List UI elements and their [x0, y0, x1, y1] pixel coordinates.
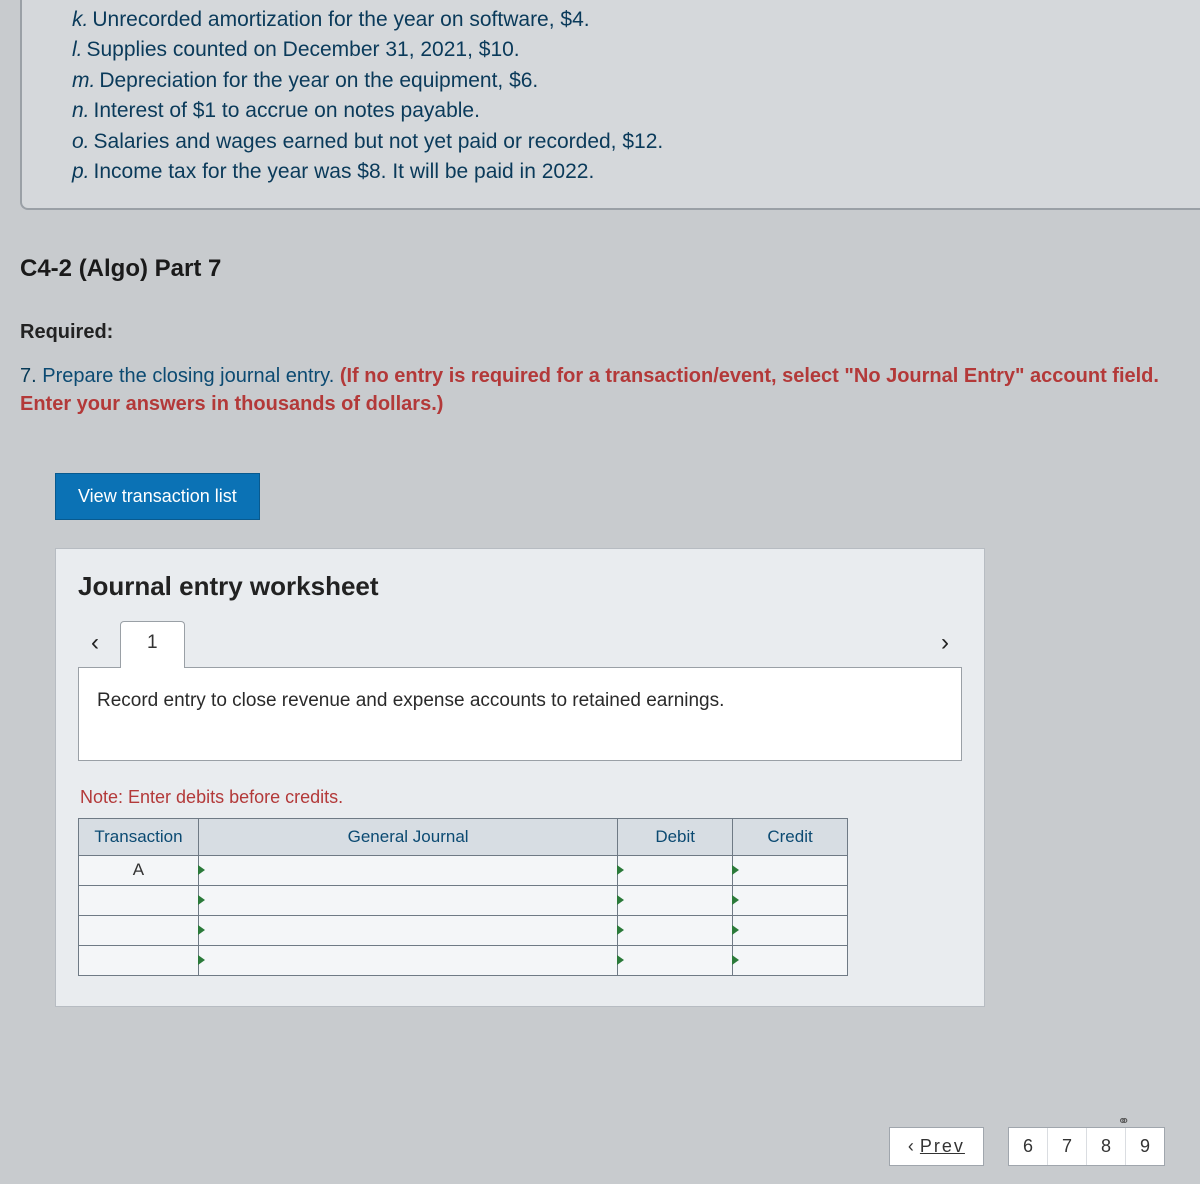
cell-general-journal[interactable] [198, 885, 617, 915]
chevron-right-icon: › [941, 629, 949, 657]
context-item-p: p.Income tax for the year was $8. It wil… [72, 157, 1180, 187]
page-8[interactable]: 8 [1087, 1128, 1126, 1165]
cell-general-journal[interactable] [198, 855, 617, 885]
table-header-row: Transaction General Journal Debit Credit [79, 818, 848, 855]
cell-debit[interactable] [618, 945, 733, 975]
cell-general-journal[interactable] [198, 915, 617, 945]
context-item-k: k.Unrecorded amortization for the year o… [72, 5, 1180, 35]
cell-credit[interactable] [733, 855, 848, 885]
cell-credit[interactable] [733, 915, 848, 945]
journal-entry-worksheet: Journal entry worksheet ‹ 1 › Record ent… [55, 548, 985, 1007]
cell-debit[interactable] [618, 885, 733, 915]
dropdown-indicator-icon [617, 925, 624, 935]
context-item-o: o.Salaries and wages earned but not yet … [72, 127, 1180, 157]
dropdown-indicator-icon [617, 955, 624, 965]
chevron-left-icon: ‹ [91, 629, 99, 657]
header-transaction: Transaction [79, 818, 199, 855]
cell-transaction [79, 915, 199, 945]
header-credit: Credit [733, 818, 848, 855]
table-row [79, 915, 848, 945]
cell-credit[interactable] [733, 945, 848, 975]
dropdown-indicator-icon [198, 925, 205, 935]
context-item-l: l.Supplies counted on December 31, 2021,… [72, 35, 1180, 65]
page-7[interactable]: 7 [1048, 1128, 1087, 1165]
dropdown-indicator-icon [198, 955, 205, 965]
context-item-m: m.Depreciation for the year on the equip… [72, 66, 1180, 96]
worksheet-title: Journal entry worksheet [78, 571, 962, 602]
cell-transaction [79, 945, 199, 975]
dropdown-indicator-icon [732, 895, 739, 905]
cell-debit[interactable] [618, 915, 733, 945]
dropdown-indicator-icon [617, 895, 624, 905]
link-icon: ⚭ [1117, 1112, 1130, 1130]
debits-before-credits-note: Note: Enter debits before credits. [80, 787, 962, 808]
header-debit: Debit [618, 818, 733, 855]
view-transaction-list-button[interactable]: View transaction list [55, 473, 260, 520]
cell-general-journal[interactable] [198, 945, 617, 975]
page-9[interactable]: 9 [1126, 1128, 1164, 1165]
cell-credit[interactable] [733, 885, 848, 915]
journal-table: Transaction General Journal Debit Credit… [78, 818, 848, 976]
dropdown-indicator-icon [732, 955, 739, 965]
chevron-left-icon: ‹ [908, 1136, 914, 1156]
dropdown-indicator-icon [617, 865, 624, 875]
cell-transaction: A [79, 855, 199, 885]
dropdown-indicator-icon [732, 865, 739, 875]
table-row [79, 885, 848, 915]
prev-page-button[interactable]: ‹ Prev [889, 1127, 984, 1166]
prev-entry-button[interactable]: ‹ [78, 623, 112, 663]
table-row [79, 945, 848, 975]
page-6[interactable]: 6 [1009, 1128, 1048, 1165]
prev-label: Prev [920, 1136, 965, 1156]
next-entry-button[interactable]: › [928, 623, 962, 663]
cell-transaction [79, 885, 199, 915]
context-item-n: n.Interest of $1 to accrue on notes paya… [72, 96, 1180, 126]
required-label: Required: [20, 321, 1200, 344]
cell-debit[interactable] [618, 855, 733, 885]
entry-description: Record entry to close revenue and expens… [78, 667, 962, 761]
problem-context-box: k.Unrecorded amortization for the year o… [20, 0, 1200, 210]
dropdown-indicator-icon [198, 895, 205, 905]
section-title: C4-2 (Algo) Part 7 [20, 255, 1200, 283]
pagination-bar: ‹ Prev ⚭ 6 7 8 9 [889, 1127, 1165, 1166]
dropdown-indicator-icon [198, 865, 205, 875]
page-number-group: ⚭ 6 7 8 9 [1008, 1127, 1165, 1166]
header-general-journal: General Journal [198, 818, 617, 855]
table-row: A [79, 855, 848, 885]
entry-tab-row: ‹ 1 › [78, 620, 962, 667]
instruction-text: 7. Prepare the closing journal entry. (I… [20, 362, 1180, 418]
dropdown-indicator-icon [732, 925, 739, 935]
entry-tab-1[interactable]: 1 [120, 621, 185, 668]
